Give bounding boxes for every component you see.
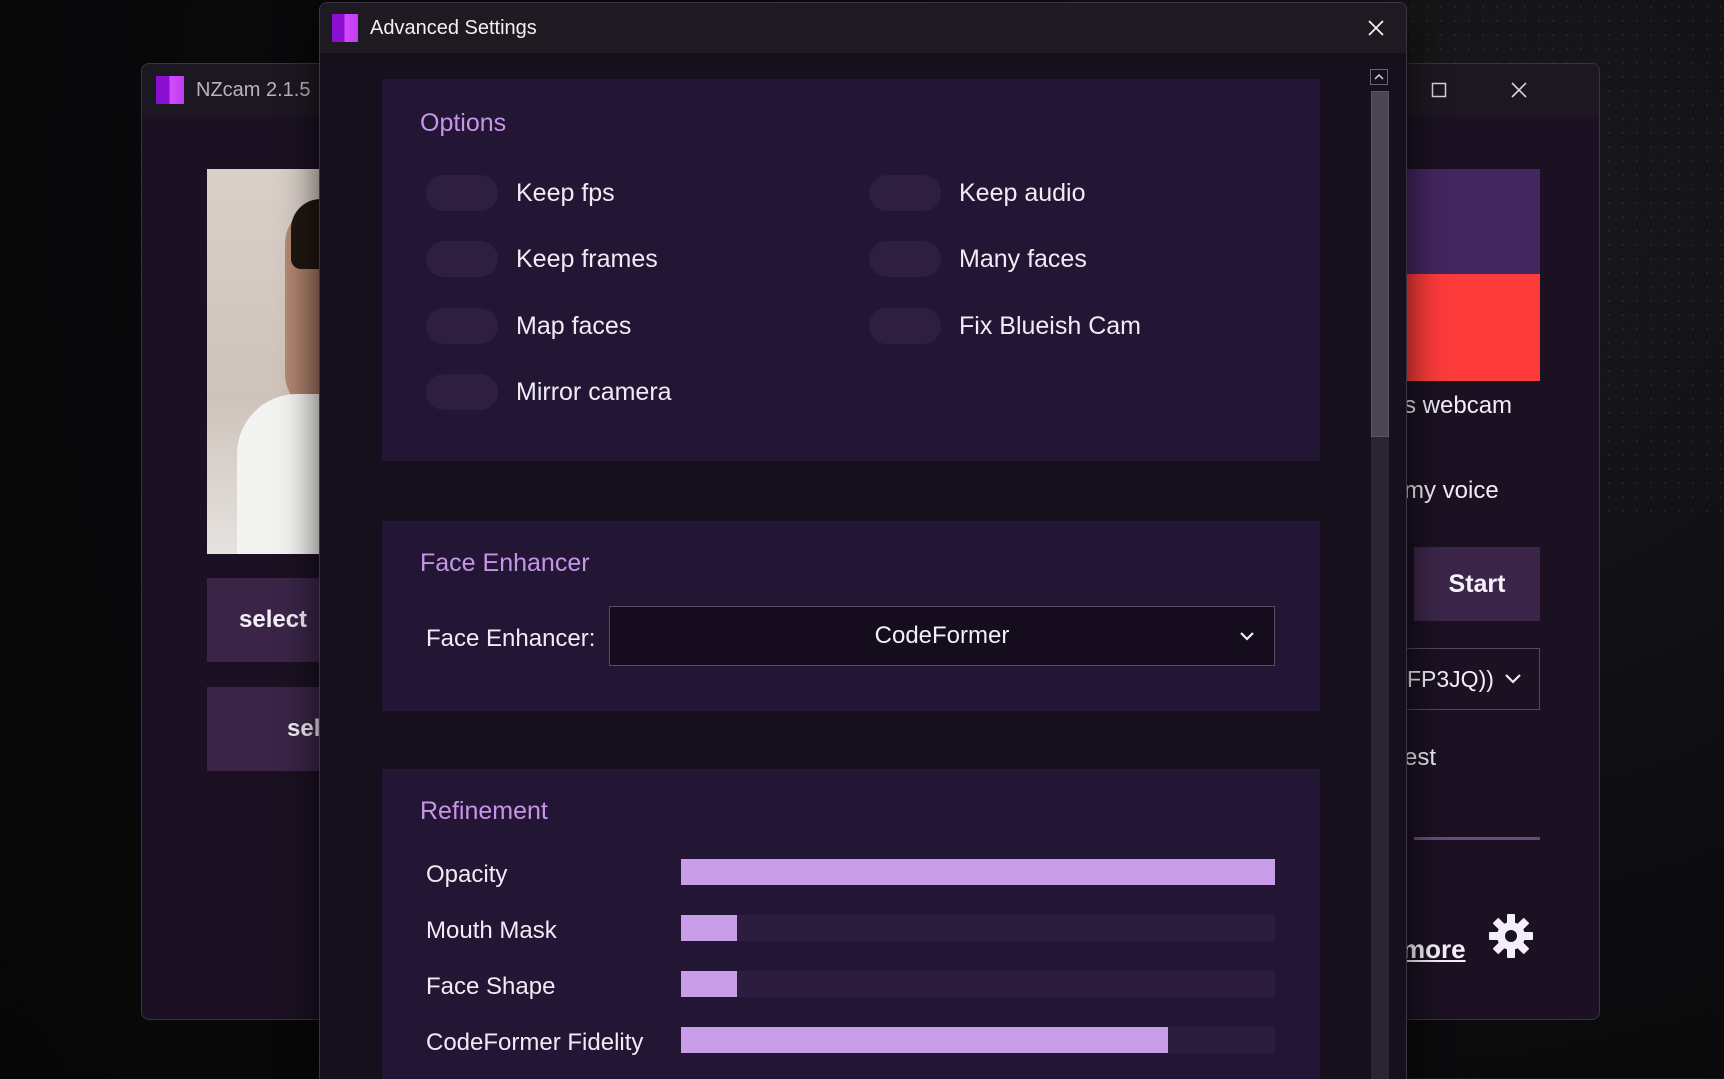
slider-fill	[681, 1027, 1169, 1053]
dialog-title: Advanced Settings	[370, 16, 537, 39]
target-preview-red	[1402, 274, 1540, 381]
toggle-switch[interactable]	[869, 308, 941, 344]
close-icon[interactable]	[1360, 12, 1392, 44]
mouth-mask-slider[interactable]	[681, 915, 1275, 941]
slider-fill	[681, 915, 738, 941]
scroll-thumb[interactable]	[1371, 91, 1389, 437]
face-shape-label: Face Shape	[426, 973, 556, 1000]
slider-fill	[681, 971, 738, 997]
close-icon[interactable]	[1484, 64, 1554, 116]
refinement-title: Refinement	[420, 797, 548, 825]
option-mirror-camera[interactable]: Mirror camera	[426, 374, 672, 410]
face-enhancer-panel: Face Enhancer Face Enhancer: CodeFormer	[382, 521, 1320, 711]
slider-fill	[681, 859, 1275, 885]
divider	[1414, 837, 1540, 840]
option-map-faces[interactable]: Map faces	[426, 308, 631, 344]
face-enhancer-label: Face Enhancer:	[426, 625, 596, 652]
codeformer-fidelity-slider[interactable]	[681, 1027, 1275, 1053]
app-logo-icon	[332, 14, 358, 42]
option-keep-audio[interactable]: Keep audio	[869, 175, 1086, 211]
toggle-switch[interactable]	[426, 241, 498, 277]
main-window-title: NZcam 2.1.5	[196, 78, 311, 101]
voice-label: my voice	[1404, 477, 1499, 504]
face-enhancer-select[interactable]: CodeFormer	[609, 606, 1275, 666]
start-button[interactable]: Start	[1414, 547, 1540, 621]
gear-icon[interactable]	[1487, 912, 1535, 960]
option-keep-fps[interactable]: Keep fps	[426, 175, 615, 211]
option-keep-frames[interactable]: Keep frames	[426, 241, 658, 277]
chevron-down-icon	[1505, 674, 1521, 684]
toggle-switch[interactable]	[426, 308, 498, 344]
advanced-settings-dialog: Advanced Settings Options Keep fps Keep …	[319, 2, 1407, 1079]
webcam-label: s webcam	[1404, 392, 1513, 419]
face-shape-slider[interactable]	[681, 971, 1275, 997]
codeformer-fidelity-label: CodeFormer Fidelity	[426, 1029, 644, 1056]
toggle-switch[interactable]	[426, 175, 498, 211]
mouth-mask-label: Mouth Mask	[426, 917, 557, 944]
quality-label: est	[1404, 744, 1437, 771]
opacity-label: Opacity	[426, 861, 508, 888]
app-logo-icon	[156, 76, 184, 104]
more-link[interactable]: more	[1402, 934, 1466, 965]
dialog-titlebar: Advanced Settings	[320, 3, 1406, 53]
toggle-switch[interactable]	[869, 175, 941, 211]
option-many-faces[interactable]: Many faces	[869, 241, 1087, 277]
camera-select[interactable]: FP3JQ))	[1402, 648, 1540, 710]
refinement-panel: Refinement Opacity Mouth Mask Face Shape…	[382, 769, 1320, 1079]
option-fix-blueish-cam[interactable]: Fix Blueish Cam	[869, 308, 1141, 344]
opacity-slider[interactable]	[681, 859, 1275, 885]
face-enhancer-title: Face Enhancer	[420, 549, 590, 577]
maximize-icon[interactable]	[1404, 64, 1474, 116]
toggle-switch[interactable]	[426, 374, 498, 410]
scroll-up-arrow-icon[interactable]	[1370, 69, 1388, 85]
toggle-switch[interactable]	[869, 241, 941, 277]
scrollbar[interactable]	[1370, 69, 1390, 1079]
options-panel: Options Keep fps Keep audio Keep frames …	[382, 79, 1320, 461]
chevron-down-icon	[1240, 632, 1254, 641]
target-preview-purple	[1402, 169, 1540, 274]
options-title: Options	[420, 109, 507, 137]
